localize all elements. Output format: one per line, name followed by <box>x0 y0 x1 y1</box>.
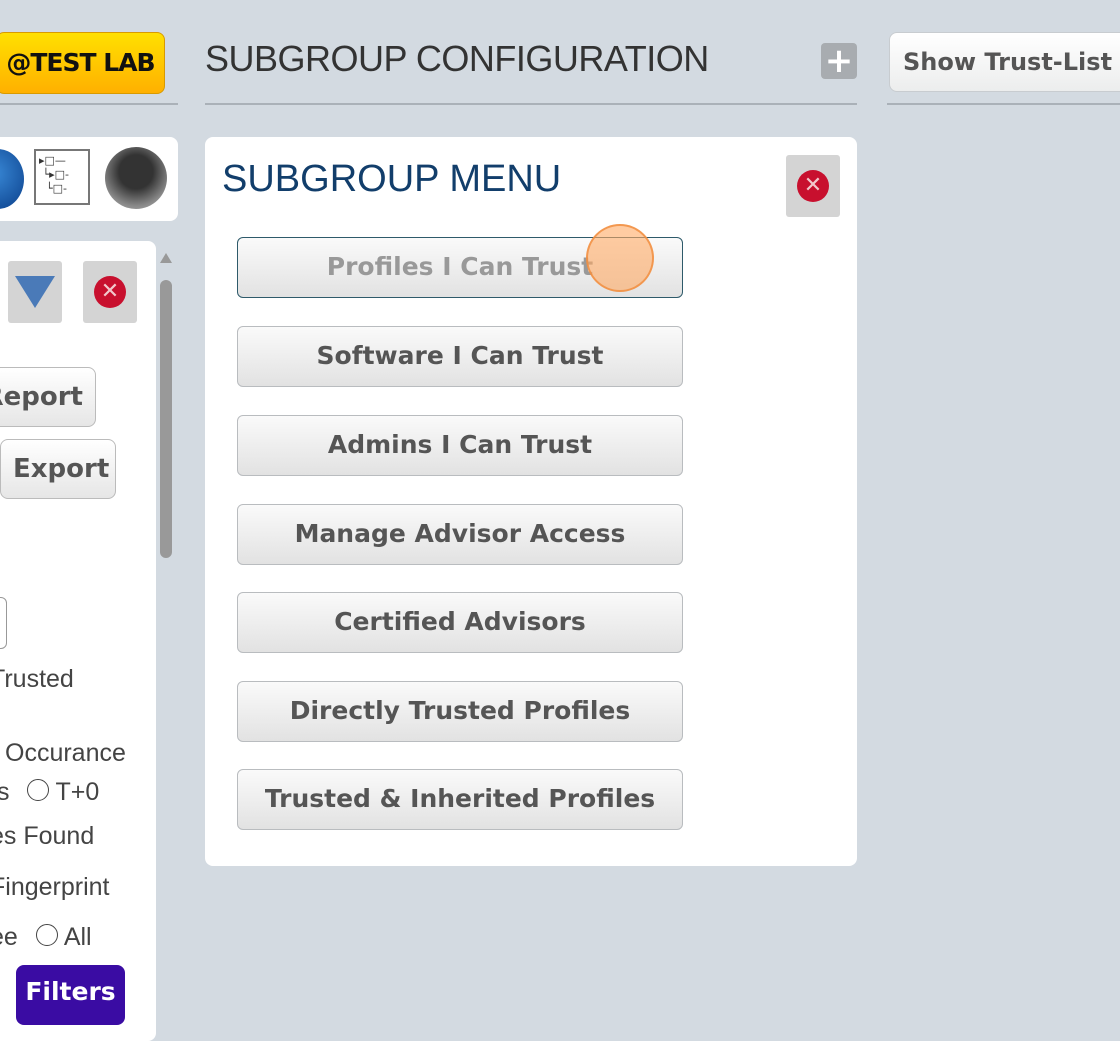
icon-toolbar: ▸□— └▸□- └□- <box>0 137 178 221</box>
close-icon: ✕ <box>94 276 126 308</box>
avatar-icon[interactable] <box>105 147 167 209</box>
radio-t0[interactable] <box>27 779 50 801</box>
filter-arrow-icon <box>15 276 55 308</box>
option-row: ee All <box>0 923 92 952</box>
option-occurance: Occurance <box>5 739 126 767</box>
option-all: All <box>63 923 92 951</box>
radio-all[interactable] <box>35 924 58 946</box>
close-button[interactable]: ✕ <box>83 261 137 323</box>
scrollbar[interactable] <box>158 250 174 1011</box>
software-i-can-trust-button[interactable]: Software I Can Trust <box>237 326 683 387</box>
plus-icon[interactable]: + <box>821 43 857 79</box>
manage-advisor-access-button[interactable]: Manage Advisor Access <box>237 504 683 565</box>
filters-button[interactable]: Filters <box>16 965 125 1025</box>
divider <box>205 103 857 105</box>
cursor-indicator <box>586 224 654 292</box>
report-button[interactable]: Report <box>0 367 96 427</box>
divider <box>0 103 178 105</box>
option-ts: ts <box>0 778 10 806</box>
option-fingerprint: Fingerprint <box>0 873 110 901</box>
org-badge-button[interactable]: @TEST LAB <box>0 32 165 94</box>
export-button[interactable]: Export <box>0 439 116 499</box>
option-t0: T+0 <box>55 778 100 806</box>
show-trust-list-button[interactable]: Show Trust-List <box>889 32 1120 92</box>
page-title: SUBGROUP CONFIGURATION <box>205 38 709 79</box>
directly-trusted-profiles-button[interactable]: Directly Trusted Profiles <box>237 681 683 742</box>
globe-icon[interactable] <box>0 149 24 209</box>
option-ee: ee <box>0 923 18 951</box>
option-trusted: Trusted <box>0 665 74 693</box>
admins-i-can-trust-button[interactable]: Admins I Can Trust <box>237 415 683 476</box>
filter-arrow-button[interactable] <box>8 261 62 323</box>
hierarchy-icon[interactable]: ▸□— └▸□- └□- <box>34 149 90 205</box>
option-row: ts T+0 <box>0 778 99 807</box>
divider <box>887 103 1120 105</box>
left-panel: ✕ Report Export Trusted Occurance tsT+0 … <box>0 241 156 1041</box>
close-icon: ✕ <box>797 170 829 202</box>
option-found: es Found <box>0 822 95 850</box>
scrollbar-thumb[interactable] <box>160 280 172 558</box>
subgroup-menu-title: SUBGROUP MENU <box>222 158 562 200</box>
input-field[interactable] <box>0 597 7 649</box>
close-menu-button[interactable]: ✕ <box>786 155 840 217</box>
scroll-up-icon[interactable] <box>160 253 172 263</box>
certified-advisors-button[interactable]: Certified Advisors <box>237 592 683 653</box>
trusted-inherited-profiles-button[interactable]: Trusted & Inherited Profiles <box>237 769 683 830</box>
